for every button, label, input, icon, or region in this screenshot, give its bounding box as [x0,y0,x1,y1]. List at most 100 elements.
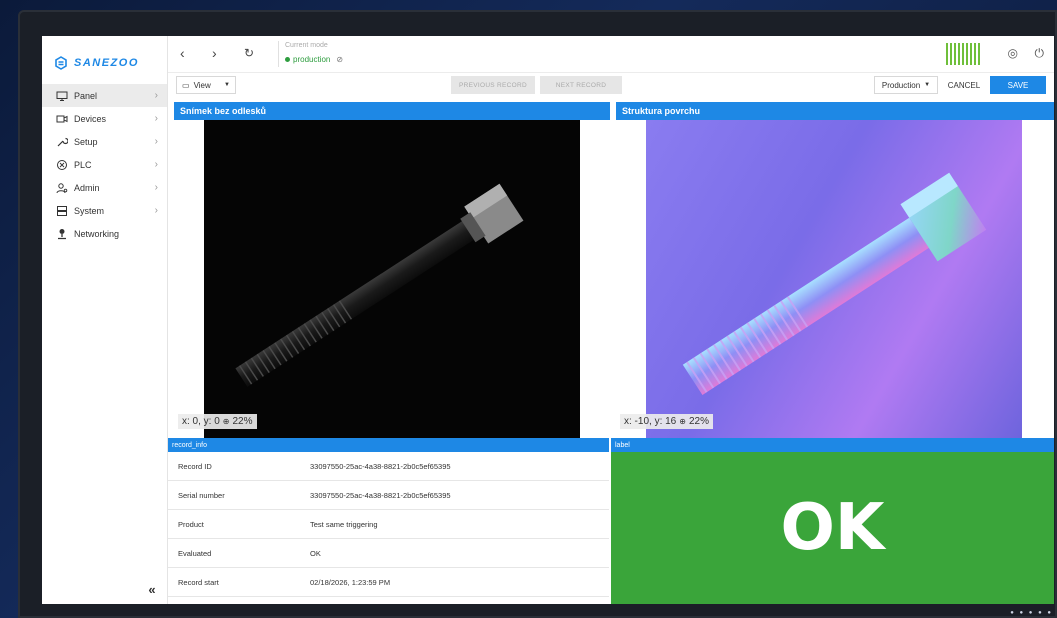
plc-icon [56,159,68,171]
mode-value[interactable]: production ⊘ [285,55,343,64]
left-image-panel[interactable]: x: 0, y: 0 ⊕ 22% [174,120,610,438]
collapse-sidebar-button[interactable]: « [142,581,162,599]
edit-icon[interactable]: ⊘ [336,55,343,64]
right-coords-badge: x: -10, y: 16 ⊕ 22% [620,414,713,429]
right-coords: x: -10, y: 16 [624,416,677,427]
chevron-right-icon: › [154,205,158,216]
logo-icon [55,56,67,70]
previous-record-button[interactable]: PREVIOUS RECORD [451,76,535,94]
info-key: Record ID [178,461,212,471]
back-icon[interactable]: ‹ [180,45,185,61]
bolt-image-dark [235,183,524,387]
save-button[interactable]: SAVE [990,76,1046,94]
sidebar-nav: Panel › Devices › Setup › PLC › Admin › … [42,84,167,245]
left-coords-badge: x: 0, y: 0 ⊕ 22% [178,414,257,429]
network-icon [56,228,68,240]
chevron-right-icon: › [154,113,158,124]
info-value: OK [310,548,321,558]
logo: SANEZOO [54,54,139,72]
bolt-image-normal-map [682,172,987,395]
user-icon[interactable]: ◎ [1008,46,1018,60]
table-row: Product Test same triggering [168,510,609,539]
mode-value-text: production [293,55,331,64]
mode-label: Current mode [285,42,328,49]
sidebar-item-plc[interactable]: PLC › [42,153,167,176]
record-info-header: record_info [168,438,609,452]
sidebar-item-panel[interactable]: Panel › [42,84,167,107]
zoom-icon: ⊕ [222,417,230,426]
label-header: label [611,438,1054,452]
left-zoom: 22% [232,416,253,427]
monitor-icon [56,90,68,102]
zoom-icon: ⊕ [679,417,686,426]
caret-down-icon: ▼ [224,82,230,88]
table-row: Record ID 33097550-25ac-4a38-8821-2b0c5e… [168,452,609,481]
barcode-icon [946,43,982,65]
refresh-icon[interactable]: ↻ [244,46,254,60]
sidebar-item-label: Setup [74,136,98,147]
caret-down-icon: ▼ [924,82,931,88]
right-zoom: 22% [688,416,709,427]
left-panel-header: Snímek bez odlesků [174,102,610,120]
cancel-button[interactable]: CANCEL [944,76,984,94]
sidebar-item-setup[interactable]: Setup › [42,130,167,153]
record-info-table: Record ID 33097550-25ac-4a38-8821-2b0c5e… [168,452,609,597]
view-icon: ▭ [182,80,190,90]
info-key: Record start [178,577,219,587]
sidebar-item-system[interactable]: System › [42,199,167,222]
current-mode: Current mode production ⊘ [278,41,359,67]
info-key: Product [178,519,204,529]
server-icon [56,205,68,217]
left-image-view[interactable] [204,120,580,438]
toolbar: ▭ View ▼ PREVIOUS RECORD NEXT RECORD Pro… [168,73,1054,97]
admin-icon [56,182,68,194]
top-bar: ‹ › ↻ Current mode production ⊘ ◎ ⏻ [168,36,1054,73]
wrench-icon [56,136,68,148]
sidebar-item-label: Devices [74,113,107,124]
sidebar-item-admin[interactable]: Admin › [42,176,167,199]
info-key: Evaluated [178,548,212,558]
table-row: Record start 02/18/2026, 1:23:59 PM [168,568,609,597]
production-select[interactable]: Production ▼ [874,76,938,94]
sidebar-item-label: System [74,205,105,216]
right-image-view[interactable] [646,120,1022,438]
app-screen: SANEZOO Panel › Devices › Setup › PLC › … [42,36,1054,604]
table-row: Evaluated OK [168,539,609,568]
sidebar-item-label: PLC [74,159,92,170]
sidebar-item-label: Admin [74,182,100,193]
left-panel-title: Snímek bez odlesků [180,106,267,116]
record-info-title: record_info [172,441,208,449]
chevron-right-icon: › [154,182,158,193]
sidebar-item-label: Panel [74,90,98,101]
sidebar-item-devices[interactable]: Devices › [42,107,167,130]
left-coords: x: 0, y: 0 [182,416,220,427]
info-value: 33097550-25ac-4a38-8821-2b0c5ef65395 [310,461,451,471]
info-value: 33097550-25ac-4a38-8821-2b0c5ef65395 [310,490,451,500]
logo-text: SANEZOO [74,57,139,69]
right-panel-title: Struktura povrchu [622,106,701,116]
forward-icon[interactable]: › [212,45,217,61]
status-dot-icon [285,57,290,62]
info-key: Serial number [178,490,225,500]
production-label: Production [881,80,921,90]
power-icon[interactable]: ⏻ [1035,46,1045,61]
right-panel-header: Struktura povrchu [616,102,1054,120]
sidebar: SANEZOO Panel › Devices › Setup › PLC › … [42,36,168,604]
sidebar-item-networking[interactable]: Networking [42,222,167,245]
view-label: View [193,80,211,90]
chevron-right-icon: › [154,159,158,170]
chevron-right-icon: › [154,90,158,101]
right-image-panel[interactable]: x: -10, y: 16 ⊕ 22% [616,120,1054,438]
table-row: Serial number 33097550-25ac-4a38-8821-2b… [168,481,609,510]
sidebar-item-label: Networking [74,228,120,239]
next-record-button[interactable]: NEXT RECORD [540,76,622,94]
system-tray: ● ● ● ● ● [1010,610,1053,616]
chevron-right-icon: › [154,136,158,147]
info-value: 02/18/2026, 1:23:59 PM [310,577,391,587]
label-result-panel: OK [611,452,1054,604]
label-title: label [615,441,630,449]
info-value: Test same triggering [310,519,378,529]
view-dropdown[interactable]: ▭ View ▼ [176,76,236,94]
label-result: OK [780,491,885,565]
camera-icon [56,113,68,125]
